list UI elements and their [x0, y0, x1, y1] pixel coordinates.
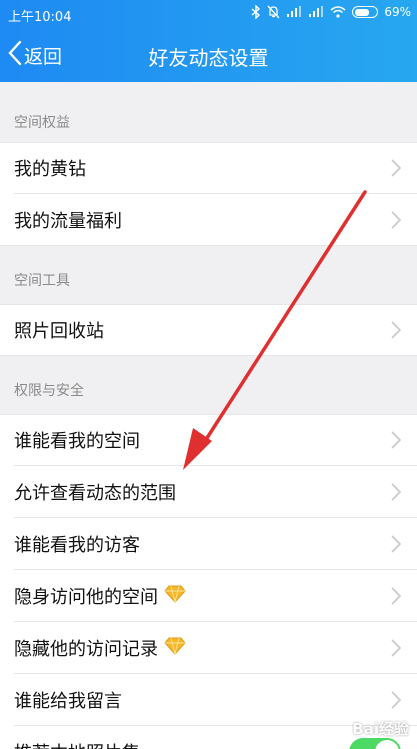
row-who-view-visitors[interactable]: 谁能看我的访客 [0, 518, 417, 570]
section-header-tools: 空间工具 [14, 273, 70, 289]
chevron-right-icon [391, 483, 402, 506]
row-label: 隐身访问他的空间 [14, 587, 158, 608]
chevron-right-icon [391, 535, 402, 558]
row-stealth-visit[interactable]: 隐身访问他的空间 [0, 570, 417, 622]
battery-icon [352, 6, 379, 18]
row-label: 谁能看我的空间 [14, 431, 140, 452]
row-label: 我的流量福利 [14, 211, 122, 232]
yellow-diamond-icon [164, 637, 186, 660]
row-yellow-diamond[interactable]: 我的黄钻 [0, 142, 417, 194]
bluetooth-icon [251, 5, 261, 19]
row-data-welfare[interactable]: 我的流量福利 [0, 194, 417, 246]
status-bar: 上午10:04 69% [0, 0, 417, 28]
chevron-right-icon [391, 639, 402, 662]
chevron-right-icon [391, 211, 402, 234]
battery-percent: 69% [384, 5, 411, 19]
row-hide-visit-record[interactable]: 隐藏他的访问记录 [0, 622, 417, 674]
page-title: 好友动态设置 [148, 46, 269, 70]
section-header-privilege: 空间权益 [14, 115, 70, 131]
wifi-icon [330, 6, 346, 18]
row-photo-recycle[interactable]: 照片回收站 [0, 304, 417, 356]
row-label: 谁能看我的访客 [14, 535, 140, 556]
row-label: 隐藏他的访问记录 [14, 639, 158, 660]
chevron-right-icon [391, 431, 402, 454]
chevron-right-icon [391, 587, 402, 610]
row-label: 允许查看动态的范围 [14, 483, 176, 504]
row-allow-view-range[interactable]: 允许查看动态的范围 [0, 466, 417, 518]
chevron-right-icon [391, 159, 402, 182]
top-bar: 上午10:04 69% 返回 好友动态设置 [0, 0, 417, 82]
status-icons: 69% [251, 5, 411, 19]
section-header-security: 权限与安全 [14, 383, 84, 399]
nav-bar: 返回 好友动态设置 [0, 28, 417, 82]
row-who-view-space[interactable]: 谁能看我的空间 [0, 414, 417, 466]
signal-icon-2 [308, 6, 324, 18]
yellow-diamond-icon [164, 585, 186, 608]
chevron-right-icon [391, 321, 402, 344]
toggle-switch[interactable] [349, 738, 401, 749]
row-label: 推荐本地照片集 [14, 739, 140, 749]
row-label: 我的黄钻 [14, 159, 86, 180]
watermark-logo: Bai经验 [352, 720, 409, 738]
mute-icon [267, 5, 280, 19]
signal-icon [286, 6, 302, 18]
status-time: 上午10:04 [8, 10, 72, 25]
chevron-right-icon [391, 691, 402, 714]
row-label: 照片回收站 [14, 321, 104, 342]
row-label: 谁能给我留言 [14, 691, 122, 712]
